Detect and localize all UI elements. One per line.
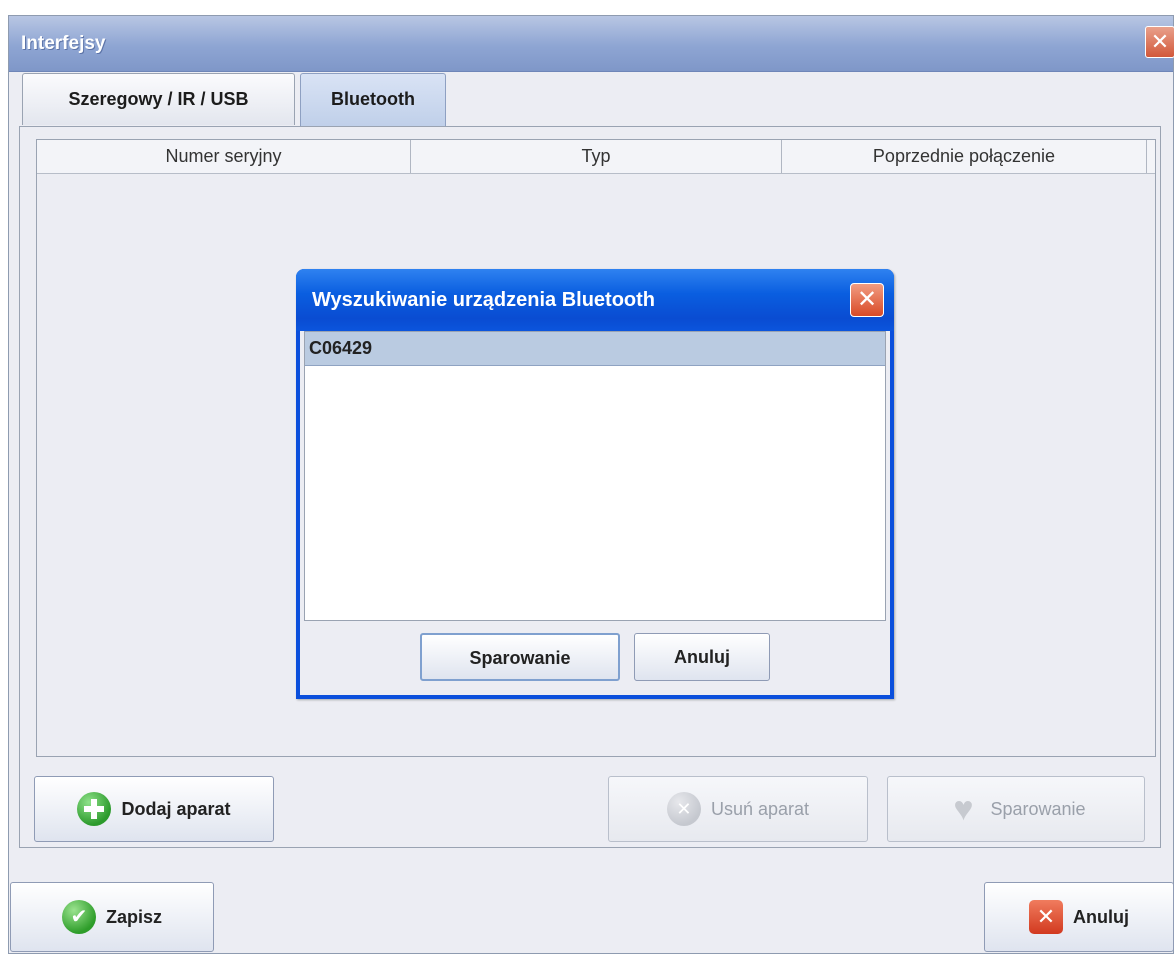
dialog-pair-button[interactable]: Sparowanie (420, 633, 620, 681)
dialog-title: Wyszukiwanie urządzenia Bluetooth (312, 289, 656, 311)
list-item[interactable]: C06429 (305, 332, 885, 366)
save-label: Zapisz (105, 906, 162, 927)
table-header: Numer seryjny Typ Poprzednie połączenie (37, 140, 1155, 174)
x-square-icon (1029, 900, 1063, 934)
plus-circle-icon (77, 792, 112, 826)
cancel-button[interactable]: Anuluj (984, 882, 1174, 952)
check-circle-icon (61, 900, 96, 934)
remove-device-label: Usuń aparat (710, 798, 810, 819)
pair-label: Sparowanie (990, 798, 1086, 819)
save-button[interactable]: Zapisz (10, 882, 214, 952)
column-header-serial-number[interactable]: Numer seryjny (37, 140, 411, 173)
bluetooth-search-dialog: Wyszukiwanie urządzenia Bluetooth ✕ C064… (296, 269, 894, 699)
pair-button[interactable]: ♥ Sparowanie (887, 776, 1145, 842)
dialog-titlebar: Wyszukiwanie urządzenia Bluetooth ✕ (296, 269, 894, 331)
dialog-cancel-button[interactable]: Anuluj (634, 633, 770, 681)
heart-icon: ♥ (953, 790, 974, 828)
tab-bluetooth[interactable]: Bluetooth (300, 73, 446, 128)
column-header-type[interactable]: Typ (411, 140, 782, 173)
dialog-close-button[interactable]: ✕ (850, 283, 884, 317)
window-close-button[interactable]: ✕ (1145, 26, 1174, 58)
cancel-label: Anuluj (1073, 906, 1129, 927)
tab-serial-ir-usb[interactable]: Szeregowy / IR / USB (22, 73, 295, 125)
window-titlebar: Interfejsy ✕ (9, 16, 1174, 72)
window-title: Interfejsy (21, 33, 106, 54)
column-header-previous-connection[interactable]: Poprzednie połączenie (782, 140, 1147, 173)
remove-device-button[interactable]: Usuń aparat (608, 776, 868, 842)
add-device-button[interactable]: Dodaj aparat (34, 776, 274, 842)
dialog-body: C06429 Sparowanie Anuluj (300, 331, 890, 695)
add-device-label: Dodaj aparat (121, 798, 231, 819)
device-list[interactable]: C06429 (304, 331, 886, 621)
remove-circle-icon (666, 792, 701, 826)
